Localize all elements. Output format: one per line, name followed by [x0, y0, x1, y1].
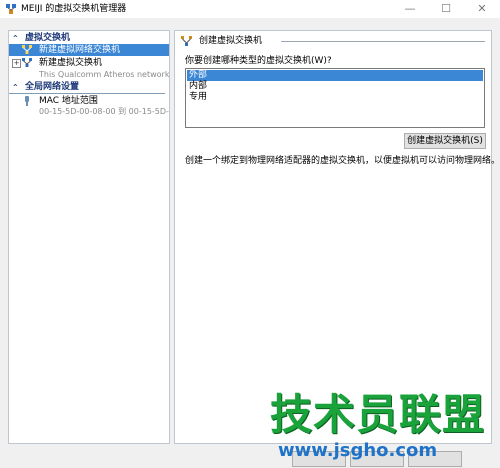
section-divider: [9, 93, 165, 94]
tree-item-new-virtual-network-switch[interactable]: 新建虚拟网络交换机: [9, 44, 169, 56]
new-switch-icon: [181, 36, 192, 46]
switch-type-list[interactable]: 外部 内部 专用: [185, 68, 485, 128]
create-virtual-switch-button[interactable]: 创建虚拟交换机(S): [404, 133, 486, 149]
apply-button[interactable]: [408, 451, 462, 467]
tree-item-label: 新建虚拟网络交换机: [39, 45, 121, 55]
switch-type-label: 你要创建哪种类型的虚拟交换机(W)?: [185, 56, 332, 66]
content-pane: 创建虚拟交换机 你要创建哪种类型的虚拟交换机(W)? 外部 内部 专用 创建虚拟…: [174, 30, 500, 444]
list-item-internal[interactable]: 内部: [187, 81, 483, 92]
list-item-private[interactable]: 专用: [187, 92, 483, 103]
network-adapter-icon: [25, 96, 29, 106]
tree-item-label: 新建虚拟交换机: [39, 58, 103, 68]
close-icon[interactable]: ✕: [464, 0, 500, 18]
expand-icon[interactable]: +: [12, 59, 21, 68]
tree-item-new-virtual-switch[interactable]: + 新建虚拟交换机: [9, 57, 169, 69]
ok-button[interactable]: [292, 451, 346, 467]
section-global-network-settings[interactable]: ⌃ 全局网络设置: [9, 81, 169, 94]
switch-type-description: 创建一个绑定到物理网络适配器的虚拟交换机，以便虚拟机可以访问物理网络。: [185, 156, 500, 166]
list-item-external[interactable]: 外部: [187, 70, 483, 81]
create-switch-header: 创建虚拟交换机: [181, 35, 485, 48]
page-title: 创建虚拟交换机: [199, 36, 263, 46]
minimize-icon[interactable]: —: [392, 0, 428, 18]
header-divider: [281, 41, 485, 42]
maximize-icon[interactable]: ☐: [428, 0, 464, 18]
title-bar: MEIJI 的虚拟交换机管理器 — ☐ ✕: [0, 0, 500, 18]
adapter-description: This Qualcomm Atheros network C...: [39, 70, 169, 79]
cancel-button[interactable]: [350, 451, 404, 467]
virtual-switch-icon: [22, 58, 32, 67]
switch-manager-icon: [6, 4, 16, 14]
mac-range-value: 00-15-5D-00-08-00 到 00-15-5D-0...: [39, 107, 169, 116]
window-title: MEIJI 的虚拟交换机管理器: [21, 4, 127, 14]
new-switch-icon: [22, 45, 32, 54]
navigation-pane: ⌃ 虚拟交换机 新建虚拟网络交换机 + 新建虚拟交换机 This Qualcom…: [8, 30, 170, 444]
